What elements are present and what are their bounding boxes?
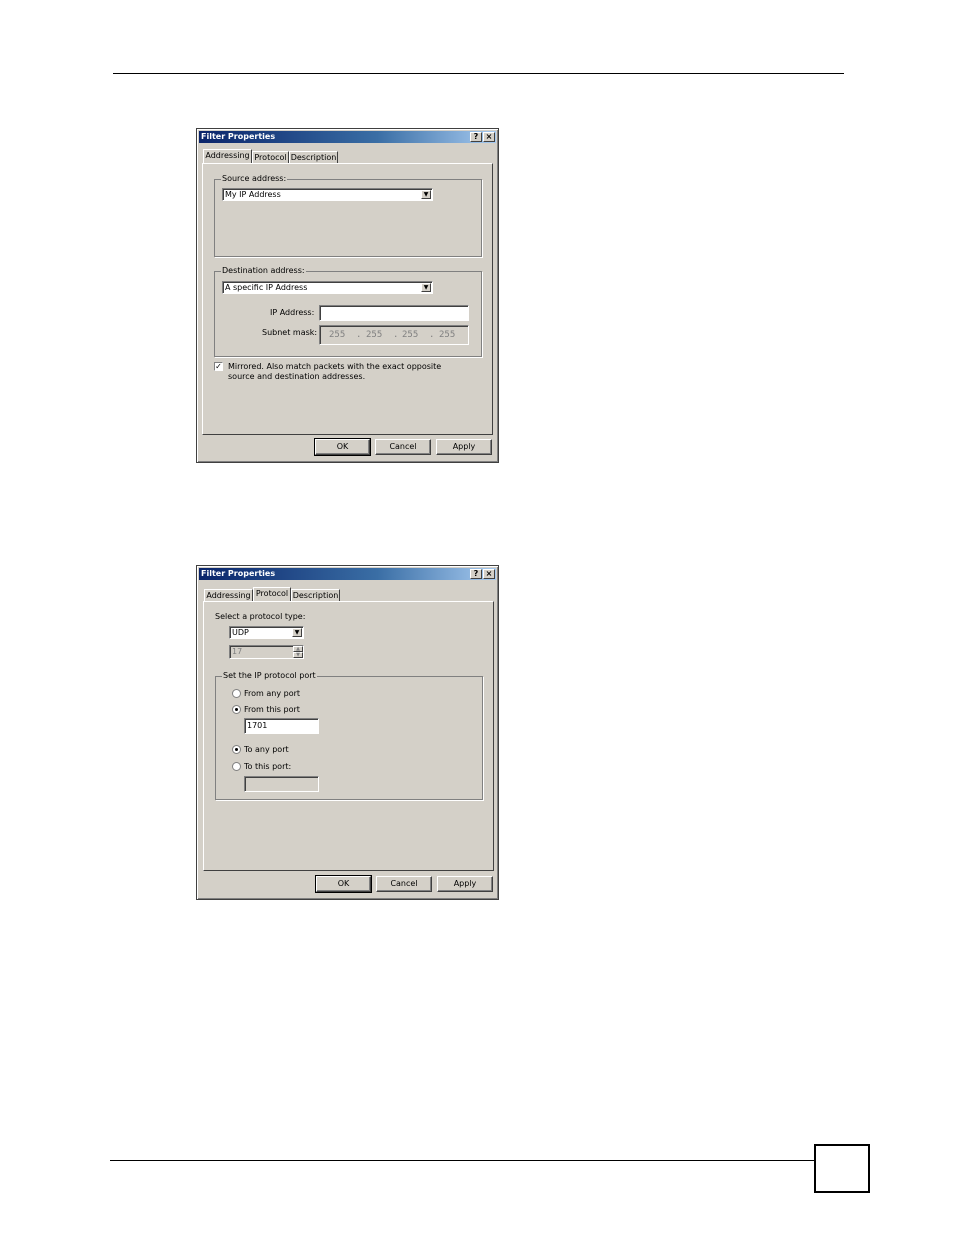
protocol-type-select[interactable]: UDP ▼ <box>229 626 304 639</box>
mirrored-label: Mirrored. Also match packets with the ex… <box>228 362 442 381</box>
mask-octet-2: 255 <box>366 330 383 340</box>
from-this-port-label: From this port <box>244 705 300 714</box>
protocol-number-value: 17 <box>232 647 243 656</box>
from-any-port-radio[interactable] <box>232 689 241 698</box>
close-button[interactable]: × <box>483 569 495 579</box>
ip-address-label: IP Address: <box>270 308 315 317</box>
to-any-port-radio[interactable] <box>232 745 241 754</box>
filter-properties-dialog-addressing: Filter Properties ? × Addressing Protoco… <box>196 128 499 463</box>
cancel-button[interactable]: Cancel <box>375 439 431 455</box>
tab-description[interactable]: Description <box>289 151 338 163</box>
dialog-title: Filter Properties <box>201 569 276 578</box>
apply-button[interactable]: Apply <box>437 876 493 892</box>
dialog-title: Filter Properties <box>201 132 276 141</box>
tab-protocol[interactable]: Protocol <box>253 587 291 601</box>
to-this-port-radio[interactable] <box>232 762 241 771</box>
destination-address-group: Destination address: A specific IP Addre… <box>214 266 482 357</box>
apply-button[interactable]: Apply <box>436 439 492 455</box>
ip-protocol-port-label: Set the IP protocol port <box>222 671 317 681</box>
source-address-label: Source address: <box>221 174 288 184</box>
ok-button[interactable]: OK <box>315 875 372 893</box>
ip-protocol-port-group: Set the IP protocol port From any port F… <box>215 671 483 800</box>
tab-protocol[interactable]: Protocol <box>252 151 289 163</box>
chevron-down-icon[interactable]: ▼ <box>292 628 302 637</box>
tab-addressing[interactable]: Addressing <box>203 149 252 163</box>
tab-panel: Select a protocol type: UDP ▼ 17 ▲ ▼ Set… <box>203 601 494 871</box>
help-button[interactable]: ? <box>470 132 482 142</box>
ip-address-field[interactable] <box>319 305 469 321</box>
protocol-type-value: UDP <box>232 628 249 637</box>
filter-properties-dialog-protocol: Filter Properties ? × Addressing Protoco… <box>196 565 499 900</box>
close-button[interactable]: × <box>483 132 495 142</box>
protocol-type-label: Select a protocol type: <box>215 612 306 621</box>
destination-address-value: A specific IP Address <box>225 283 308 292</box>
to-this-port-label: To this port: <box>244 762 292 771</box>
tab-panel: Source address: My IP Address ▼ Destinat… <box>202 163 493 435</box>
destination-address-label: Destination address: <box>221 266 306 276</box>
subnet-mask-label: Subnet mask: <box>262 328 318 337</box>
ok-button[interactable]: OK <box>314 438 371 456</box>
mask-octet-3: 255 <box>402 330 419 340</box>
subnet-mask-field: 255 . 255 . 255 . 255 <box>319 325 469 345</box>
cancel-button[interactable]: Cancel <box>376 876 432 892</box>
tab-strip: Addressing Protocol Description <box>204 587 404 601</box>
to-any-port-label: To any port <box>244 745 289 754</box>
source-address-value: My IP Address <box>225 190 281 199</box>
destination-address-select[interactable]: A specific IP Address ▼ <box>222 281 433 294</box>
spin-down-icon: ▼ <box>293 652 303 658</box>
tab-addressing[interactable]: Addressing <box>204 589 253 601</box>
footer-rule <box>110 1160 815 1161</box>
to-port-field <box>244 776 319 792</box>
header-rule <box>113 73 844 74</box>
chevron-down-icon[interactable]: ▼ <box>421 283 431 292</box>
mask-octet-1: 255 <box>329 330 346 340</box>
page-number-box <box>814 1144 870 1193</box>
from-any-port-label: From any port <box>244 689 301 698</box>
protocol-number-field: 17 ▲ ▼ <box>229 645 304 659</box>
mask-dot: . <box>393 330 399 340</box>
source-address-group: Source address: My IP Address ▼ <box>214 174 482 257</box>
from-this-port-radio[interactable] <box>232 705 241 714</box>
mask-dot: . <box>429 330 435 340</box>
from-port-field[interactable]: 1701 <box>244 718 319 734</box>
title-bar: Filter Properties ? × <box>199 568 496 580</box>
mask-octet-4: 255 <box>439 330 456 340</box>
mirrored-checkbox[interactable]: ✓ <box>214 362 223 371</box>
title-bar: Filter Properties ? × <box>199 131 496 143</box>
help-button[interactable]: ? <box>470 569 482 579</box>
tab-strip: Addressing Protocol Description <box>203 149 403 163</box>
mask-dot: . <box>356 330 362 340</box>
tab-description[interactable]: Description <box>291 589 340 601</box>
chevron-down-icon[interactable]: ▼ <box>421 190 431 199</box>
source-address-select[interactable]: My IP Address ▼ <box>222 188 433 201</box>
